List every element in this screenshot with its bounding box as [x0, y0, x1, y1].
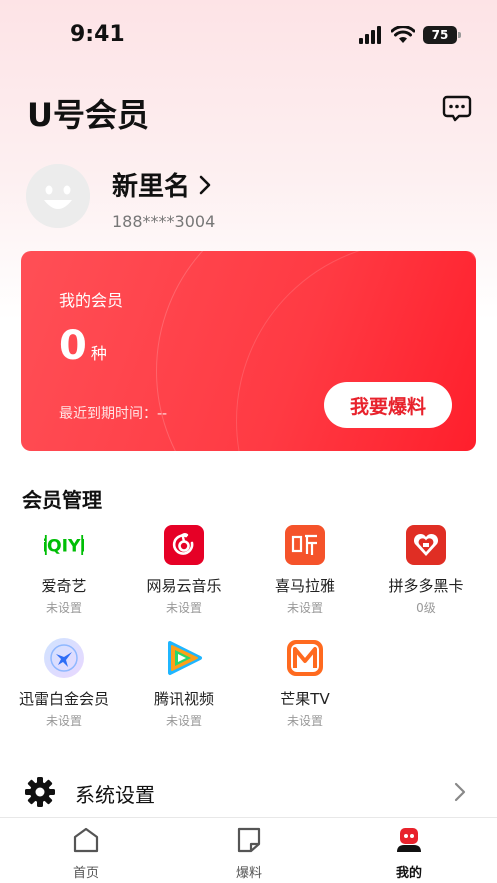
phone-number: 188****3004 — [112, 212, 216, 231]
membership-status: 未设置 — [45, 601, 82, 615]
status-time: 9:41 — [70, 22, 125, 47]
battery-icon: 75 — [423, 26, 461, 44]
tab-label: 我的 — [395, 866, 422, 881]
membership-status: 未设置 — [165, 601, 202, 615]
message-icon — [442, 95, 472, 122]
member-count-unit: 种 — [90, 344, 107, 363]
membership-item-iqiyi[interactable]: iQIYI 爱奇艺 未设置 — [4, 525, 124, 616]
membership-item-ximalaya[interactable]: 喜马拉雅 未设置 — [245, 525, 365, 616]
message-button[interactable] — [442, 93, 472, 123]
membership-status: 未设置 — [286, 714, 323, 728]
member-card: 我的会员 0 种 最近到期时间：-- 我要爆料 — [21, 251, 476, 451]
status-icons: 75 — [359, 26, 461, 44]
section-title: 会员管理 — [22, 488, 102, 512]
home-icon — [73, 827, 99, 853]
membership-item-xunlei[interactable]: 迅雷白金会员 未设置 — [4, 638, 124, 729]
membership-name: 迅雷白金会员 — [18, 690, 109, 708]
status-bar: 9:41 75 — [0, 0, 497, 70]
submit-deal-button[interactable]: 我要爆料 — [324, 382, 452, 428]
expiry-text: 最近到期时间：-- — [59, 406, 168, 422]
wifi-icon — [391, 26, 415, 43]
membership-name: 拼多多黑卡 — [388, 577, 464, 595]
settings-row[interactable]: 系统设置 — [0, 768, 497, 818]
chevron-right-icon — [199, 175, 211, 194]
membership-item-pinduoduo[interactable]: 拼多多黑卡 0级 — [366, 525, 486, 616]
tab-label: 首页 — [72, 866, 99, 881]
ximalaya-icon — [285, 525, 325, 565]
avatar[interactable] — [26, 164, 90, 228]
member-count: 0 种 — [59, 323, 107, 369]
svg-text:iQIYI: iQIYI — [44, 536, 84, 556]
membership-name: 芒果TV — [280, 690, 330, 708]
tab-profile[interactable]: 我的 — [359, 826, 459, 881]
tab-home[interactable]: 首页 — [36, 826, 136, 881]
member-count-value: 0 — [59, 323, 87, 369]
tab-bar: 首页 爆料 我的 — [0, 817, 497, 883]
membership-status: 未设置 — [165, 714, 202, 728]
profile-icon — [397, 828, 421, 852]
iqiyi-icon: iQIYI — [44, 525, 84, 565]
membership-status: 0级 — [416, 601, 436, 615]
username-row[interactable]: 新里名 — [112, 166, 212, 203]
membership-item-mango-tv[interactable]: 芒果TV 未设置 — [245, 638, 365, 729]
pinduoduo-icon — [406, 525, 446, 565]
tab-post[interactable]: 爆料 — [199, 826, 299, 881]
netease-music-icon — [164, 525, 204, 565]
signal-icon — [359, 26, 381, 44]
default-avatar-icon — [26, 164, 90, 228]
membership-status: 未设置 — [286, 601, 323, 615]
tencent-video-icon — [164, 638, 204, 678]
membership-name: 喜马拉雅 — [274, 577, 335, 595]
card-label: 我的会员 — [59, 291, 124, 310]
membership-name: 腾讯视频 — [153, 690, 214, 708]
page-title: U号会员 — [27, 96, 149, 134]
mango-tv-icon — [285, 638, 325, 678]
membership-name: 网易云音乐 — [146, 577, 222, 595]
battery-level: 75 — [431, 28, 449, 42]
profile-section[interactable]: 新里名 188****3004 — [26, 162, 466, 232]
gear-icon — [25, 777, 55, 807]
membership-item-netease-music[interactable]: 网易云音乐 未设置 — [124, 525, 244, 616]
tab-label: 爆料 — [235, 866, 262, 881]
membership-item-tencent-video[interactable]: 腾讯视频 未设置 — [124, 638, 244, 729]
xunlei-icon — [44, 638, 84, 678]
username: 新里名 — [112, 172, 191, 202]
settings-label: 系统设置 — [75, 783, 155, 807]
post-icon — [237, 827, 261, 853]
chevron-right-icon — [454, 782, 466, 802]
membership-status: 未设置 — [45, 714, 82, 728]
membership-name: 爱奇艺 — [41, 577, 87, 595]
